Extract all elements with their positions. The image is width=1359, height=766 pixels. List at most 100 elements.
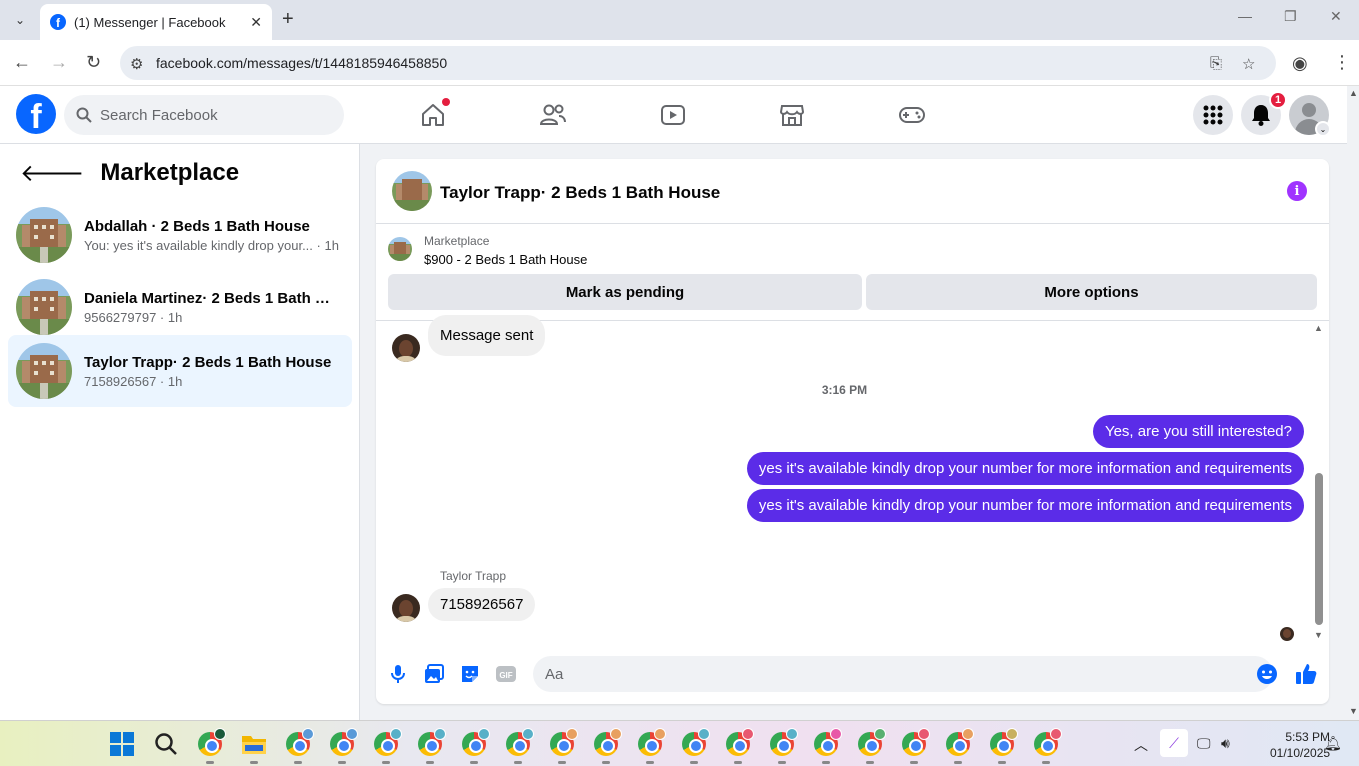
conversation-taylor[interactable]: Taylor Trapp· 2 Beds 1 Bath House 715892… <box>8 335 352 407</box>
nav-marketplace[interactable] <box>777 100 807 130</box>
photo-icon <box>425 664 444 683</box>
taskbar-chrome-6[interactable] <box>460 728 490 764</box>
chat-title[interactable]: Taylor Trapp· 2 Beds 1 Bath House <box>440 183 720 203</box>
volume-icon[interactable]: 🔊︎ <box>1221 735 1230 752</box>
gif-button[interactable]: GIF <box>495 663 517 685</box>
install-app-icon[interactable]: ⎘ <box>1210 55 1222 72</box>
like-button[interactable] <box>1295 663 1317 685</box>
back-arrow-icon[interactable]: 🡐 <box>20 158 84 188</box>
forward-button[interactable]: → <box>50 52 68 73</box>
facebook-top-nav: f 1 <box>0 86 1359 144</box>
chat-window: Taylor Trapp· 2 Beds 1 Bath House i Mark… <box>376 159 1329 704</box>
emoji-icon <box>1257 664 1277 684</box>
facebook-logo-icon[interactable]: f <box>16 94 56 134</box>
taskbar-chrome-12[interactable] <box>724 728 754 764</box>
nav-friends[interactable] <box>538 100 568 130</box>
nav-home[interactable] <box>418 98 450 130</box>
microphone-button[interactable] <box>387 663 409 685</box>
taskbar-chrome-11[interactable] <box>680 728 710 764</box>
site-info-icon[interactable]: ⚙ <box>130 55 143 73</box>
account-dropdown-icon[interactable]: ⌄ <box>1315 121 1331 137</box>
scroll-down-arrow-icon[interactable]: ▼ <box>1314 630 1323 640</box>
taskbar-chrome-16[interactable] <box>900 728 930 764</box>
taskbar-chrome-18[interactable] <box>988 728 1018 764</box>
chat-header: Taylor Trapp· 2 Beds 1 Bath House i <box>376 159 1329 224</box>
reload-button[interactable]: ↻ <box>86 52 101 73</box>
home-notification-dot <box>442 98 450 106</box>
taskbar-clock[interactable]: 5:53 PM 01/10/2025 <box>1270 729 1330 761</box>
page-scroll-down-icon[interactable]: ▼ <box>1349 706 1358 716</box>
nav-gaming[interactable] <box>897 100 927 130</box>
back-button[interactable]: ← <box>13 52 31 73</box>
browser-tab-bar: ⌄ f (1) Messenger | Facebook ✕ + — ❐ ✕ <box>0 0 1359 40</box>
menu-grid-icon <box>1203 105 1223 125</box>
tab-search-dropdown[interactable]: ⌄ <box>8 8 32 32</box>
listing-price-title[interactable]: $900 - 2 Beds 1 Bath House <box>424 252 587 267</box>
menu-button[interactable] <box>1193 95 1233 135</box>
taskbar-chrome-14[interactable] <box>812 728 842 764</box>
notifications-button[interactable]: 1 <box>1241 91 1287 135</box>
start-button[interactable] <box>108 730 136 758</box>
tab-close-icon[interactable]: ✕ <box>250 14 262 31</box>
outgoing-message: yes it's available kindly drop your numb… <box>746 489 1304 522</box>
pen-tray-icon[interactable]: ⟋ <box>1160 729 1188 757</box>
search-icon <box>155 733 177 755</box>
info-icon[interactable]: i <box>1287 181 1307 201</box>
taskbar-chrome-9[interactable] <box>592 728 622 764</box>
conversation-preview: 7158926567 · 1h <box>84 373 183 389</box>
taskbar-chrome-15[interactable] <box>856 728 886 764</box>
home-icon <box>422 104 444 126</box>
message-input[interactable] <box>533 656 1273 692</box>
profile-icon[interactable]: ◉ <box>1292 53 1308 74</box>
incoming-message: 7158926567 <box>428 588 536 621</box>
page-scrollbar[interactable]: ▲ ▼ <box>1347 86 1359 720</box>
browser-menu-icon[interactable]: ⋮ <box>1333 52 1351 73</box>
bookmark-star-icon[interactable]: ☆ <box>1242 55 1255 73</box>
new-tab-button[interactable]: + <box>282 8 294 31</box>
facebook-search-box[interactable] <box>64 95 344 135</box>
svg-text:GIF: GIF <box>499 671 512 680</box>
listing-small-thumbnail[interactable] <box>388 237 412 261</box>
search-input[interactable] <box>100 106 320 124</box>
network-icon[interactable]: 🖵 <box>1197 735 1211 752</box>
show-hidden-icons-chevron-icon[interactable]: ︿ <box>1134 735 1148 755</box>
taskbar-chrome-4[interactable] <box>372 728 402 764</box>
thread-scroll-thumb[interactable] <box>1315 473 1323 625</box>
taskbar-chrome-10[interactable] <box>636 728 666 764</box>
taskbar-chrome-19[interactable] <box>1032 728 1062 764</box>
taskbar-chrome-8[interactable] <box>548 728 578 764</box>
taskbar-file-explorer[interactable] <box>240 730 268 764</box>
taskbar-chrome-2[interactable] <box>284 728 314 764</box>
sticker-icon <box>462 666 478 682</box>
contact-avatar[interactable] <box>392 334 420 362</box>
conversation-daniela[interactable]: Daniela Martinez· 2 Beds 1 Bath H... 956… <box>8 271 352 343</box>
taskbar-chrome-13[interactable] <box>768 728 798 764</box>
conversation-name: Taylor Trapp· 2 Beds 1 Bath House <box>84 353 332 371</box>
taskbar-chrome-17[interactable] <box>944 728 974 764</box>
browser-tab-messenger[interactable]: f (1) Messenger | Facebook ✕ <box>40 4 272 40</box>
emoji-button[interactable] <box>1256 663 1278 685</box>
address-bar[interactable]: ⚙ facebook.com/messages/t/14481859464588… <box>120 46 1276 80</box>
notification-center-bell-icon[interactable]: 🔔︎ <box>1324 735 1342 752</box>
mark-as-pending-button[interactable]: Mark as pending <box>388 274 862 310</box>
taskbar-search[interactable] <box>152 730 180 758</box>
outgoing-message: yes it's available kindly drop your numb… <box>746 452 1304 485</box>
search-icon <box>76 107 92 123</box>
sticker-button[interactable] <box>459 663 481 685</box>
gif-icon: GIF <box>496 666 516 682</box>
taskbar-chrome-5[interactable] <box>416 728 446 764</box>
taskbar-chrome-1[interactable] <box>196 728 226 764</box>
contact-avatar[interactable] <box>392 594 420 622</box>
scroll-up-arrow-icon[interactable]: ▲ <box>1314 323 1323 333</box>
taskbar-chrome-7[interactable] <box>504 728 534 764</box>
maximize-button[interactable]: ❐ <box>1284 8 1297 25</box>
close-window-button[interactable]: ✕ <box>1330 8 1342 25</box>
more-options-button[interactable]: More options <box>866 274 1317 310</box>
chat-listing-avatar[interactable] <box>392 171 432 211</box>
nav-video[interactable] <box>658 100 688 130</box>
conversation-abdallah[interactable]: Abdallah · 2 Beds 1 Bath House You: yes … <box>8 199 352 271</box>
minimize-button[interactable]: — <box>1238 8 1252 24</box>
attach-photo-button[interactable] <box>423 663 445 685</box>
taskbar-chrome-3[interactable] <box>328 728 358 764</box>
page-scroll-up-icon[interactable]: ▲ <box>1349 88 1358 98</box>
